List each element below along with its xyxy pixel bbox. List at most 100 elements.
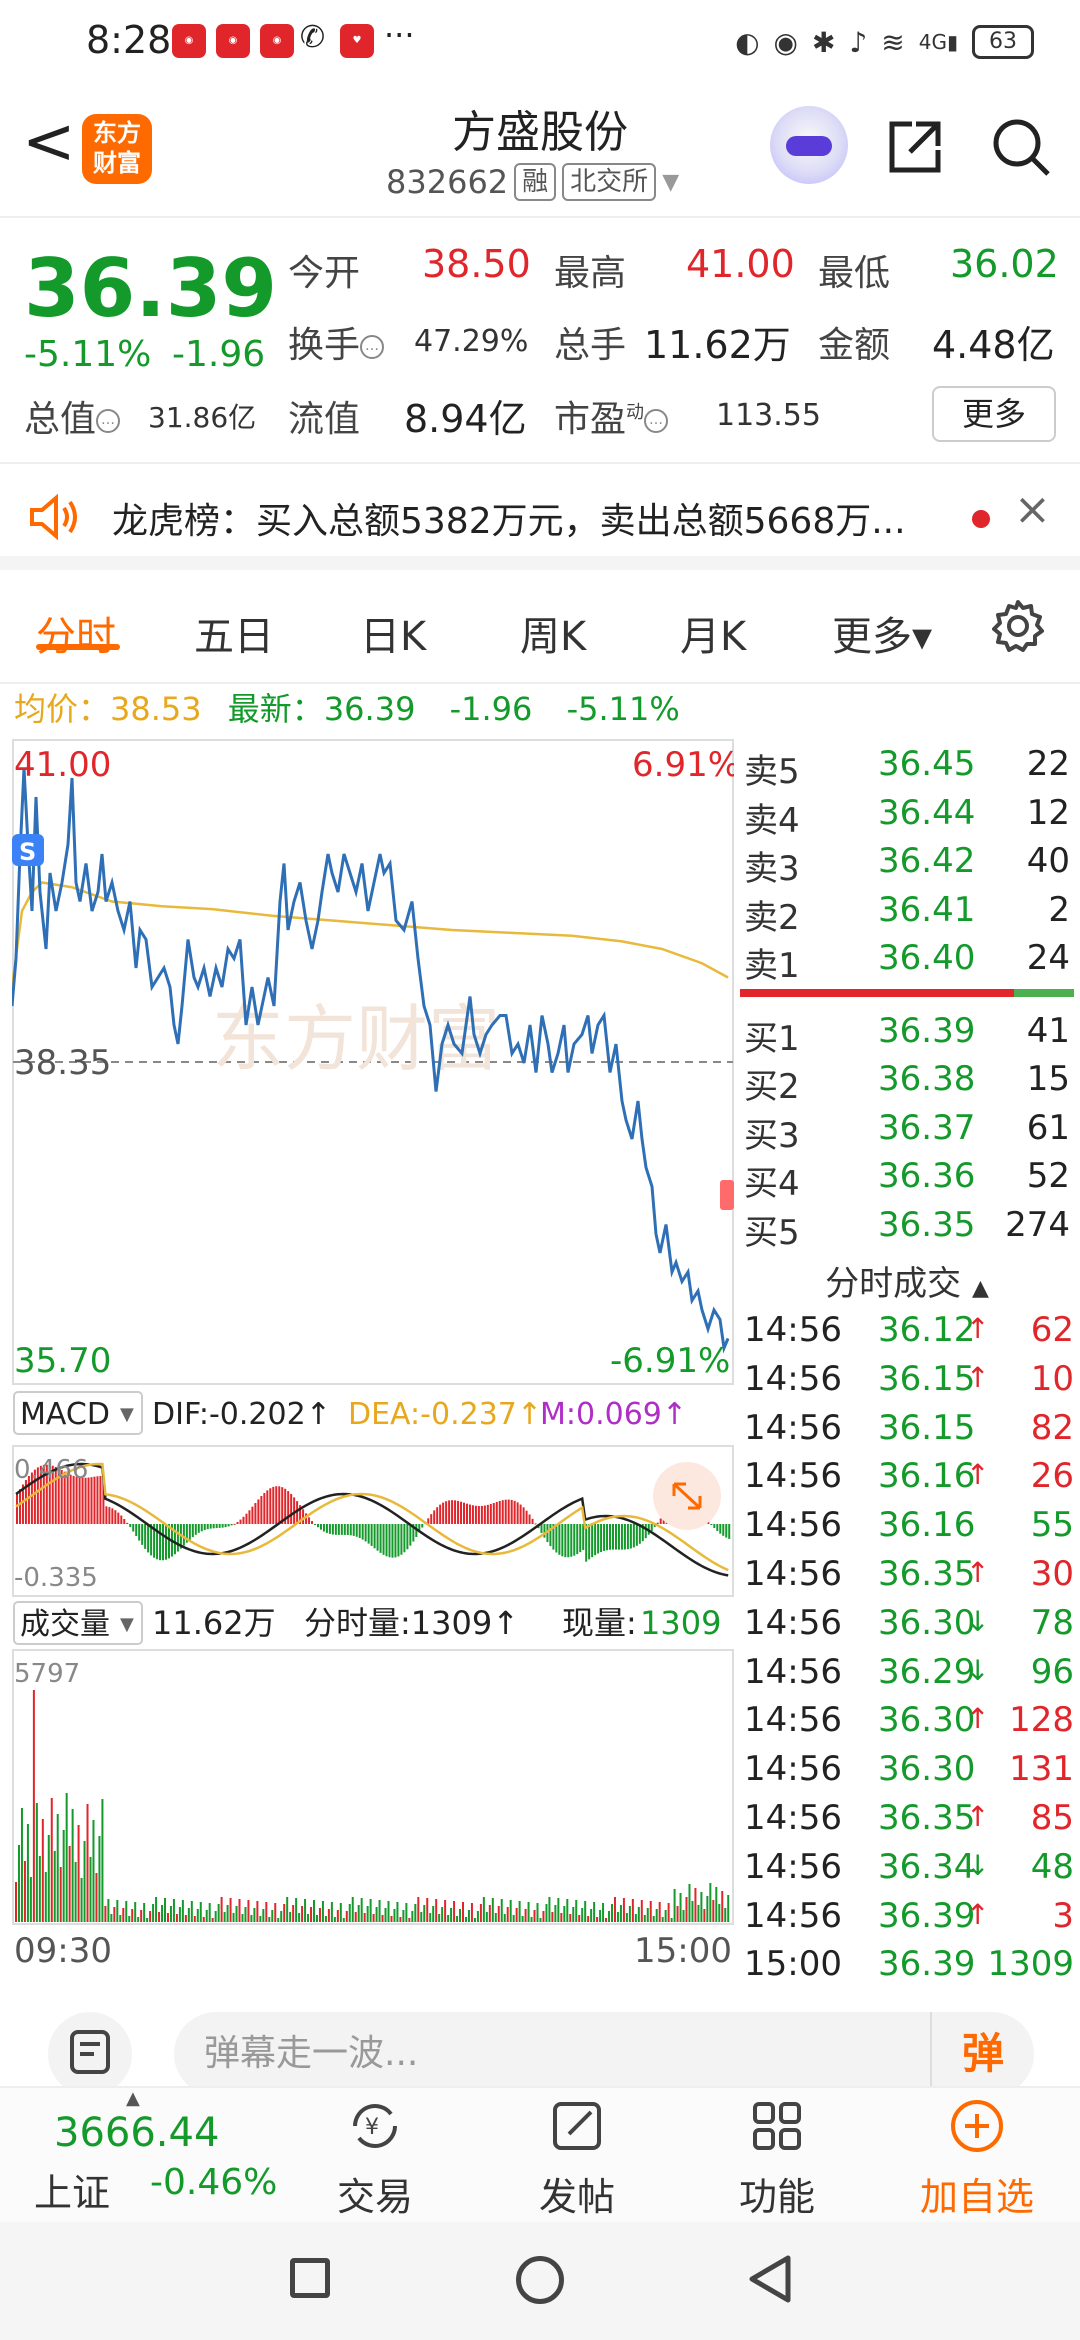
macd-bar <box>254 1503 257 1524</box>
info-icon[interactable]: … <box>644 409 669 433</box>
function-button[interactable]: 功能 <box>712 2096 842 2221</box>
tab-daily-k[interactable]: 日K <box>360 604 426 662</box>
trade-price: 36.35 <box>878 1553 976 1594</box>
trade-price: 36.30 <box>878 1749 976 1790</box>
volume-bar <box>20 1808 23 1922</box>
volume-bar <box>670 1918 673 1922</box>
turnover-value: 47.29% <box>414 324 529 359</box>
tab-intraday[interactable]: 分时 <box>36 604 116 662</box>
search-icon[interactable] <box>990 116 1052 178</box>
add-watchlist-button[interactable]: 加自选 <box>912 2096 1042 2221</box>
order-level-label: 买3 <box>744 1115 800 1156</box>
volume-bar <box>402 1910 405 1922</box>
volume-bar <box>602 1903 605 1922</box>
order-book-row[interactable]: 买5 36.35 274 <box>740 1201 1074 1253</box>
order-price: 36.38 <box>878 1059 976 1099</box>
tab-five-day[interactable]: 五日 <box>194 604 274 662</box>
volume-bar <box>310 1907 313 1922</box>
end-time-label: 15:00 <box>634 1931 732 1970</box>
macd-bar <box>430 1514 433 1524</box>
volume-bar <box>286 1897 289 1922</box>
macd-bar <box>108 1507 111 1524</box>
volume-bar <box>274 1903 277 1922</box>
order-book-row[interactable]: 买1 36.39 41 <box>740 1007 1074 1059</box>
macd-bar <box>614 1524 617 1550</box>
volume-bar <box>596 1917 599 1922</box>
sell-marker-text: S <box>19 838 36 866</box>
macd-bar <box>540 1524 543 1533</box>
macd-bar <box>182 1524 185 1546</box>
order-price: 36.45 <box>878 744 976 784</box>
ai-assistant-avatar[interactable] <box>770 106 848 184</box>
volume-bar <box>709 1883 712 1922</box>
stock-code-row[interactable]: 832662 融 北交所 ▼ <box>386 160 679 204</box>
trade-time: 14:56 <box>744 1700 842 1741</box>
trade-row: 14:56 36.30 ↑ 128 <box>740 1698 1080 1747</box>
order-book[interactable]: 卖5 36.45 22 卖4 36.44 12 卖3 36.42 40 卖2 36.41 2 卖1 36.… <box>740 740 1074 1253</box>
order-price: 36.42 <box>878 841 976 881</box>
wifi-icon: ≋ <box>881 25 905 59</box>
volume-bar <box>694 1888 697 1922</box>
macd-bar <box>421 1524 424 1528</box>
dragon-tiger-banner[interactable]: 龙虎榜：买入总额5382万元，卖出总额5668万... <box>0 464 1080 570</box>
macd-bar <box>218 1524 221 1528</box>
back-nav-button[interactable] <box>746 2254 794 2304</box>
danmu-input[interactable]: 弹幕走一波... <box>174 2012 1034 2096</box>
comment-list-icon[interactable] <box>48 2012 132 2096</box>
volume-bars <box>15 1690 730 1922</box>
trade-icon: ¥ <box>353 2104 397 2148</box>
order-volume: 15 <box>1026 1059 1070 1099</box>
order-book-row[interactable]: 卖2 36.41 2 <box>740 886 1074 938</box>
volume-bar <box>390 1916 393 1922</box>
volume-bar <box>62 1830 65 1922</box>
order-book-row[interactable]: 买2 36.38 15 <box>740 1055 1074 1107</box>
info-icon[interactable]: … <box>96 409 121 433</box>
index-value[interactable]: 3666.44 <box>54 2110 219 2156</box>
macd-bar <box>319 1524 322 1530</box>
macd-bar <box>314 1524 316 1525</box>
trade-direction-icon: ↑ <box>966 1897 990 1931</box>
macd-bar <box>474 1505 477 1524</box>
order-book-row[interactable]: 卖5 36.45 22 <box>740 740 1074 792</box>
low-label: 最低 <box>818 253 891 294</box>
close-icon[interactable]: × <box>1014 488 1054 532</box>
order-book-row[interactable]: 买4 36.36 52 <box>740 1152 1074 1204</box>
order-book-row[interactable]: 卖1 36.40 24 <box>740 934 1074 986</box>
tab-monthly-k[interactable]: 月K <box>680 604 746 662</box>
volume-bar <box>110 1914 113 1922</box>
more-button[interactable]: 更多 <box>932 386 1056 442</box>
share-icon[interactable] <box>886 118 944 176</box>
volume-bar <box>262 1909 265 1922</box>
tab-weekly-k[interactable]: 周K <box>520 604 586 662</box>
order-book-row[interactable]: 买3 36.37 61 <box>740 1104 1074 1156</box>
recent-apps-button[interactable] <box>290 2258 330 2298</box>
trades-header[interactable]: 分时成交 ▲ <box>740 1256 1074 1305</box>
settings-gear-icon[interactable] <box>990 598 1046 654</box>
volume-bar <box>539 1918 542 1922</box>
info-icon[interactable]: … <box>360 335 385 359</box>
index-name[interactable]: 上证 <box>34 2162 110 2217</box>
macd-bar <box>382 1524 385 1555</box>
macd-bar <box>620 1524 623 1550</box>
chevron-down-icon: ▼ <box>120 1404 134 1425</box>
home-button[interactable] <box>516 2256 564 2304</box>
volume-bar <box>199 1902 202 1922</box>
index-change[interactable]: -0.46% <box>150 2162 277 2203</box>
order-book-row[interactable]: 卖4 36.44 12 <box>740 789 1074 841</box>
volume-bar <box>524 1909 527 1922</box>
volume-bar <box>438 1914 441 1922</box>
post-button[interactable]: 发帖 <box>512 2096 642 2221</box>
trade-time: 14:56 <box>744 1505 842 1546</box>
trades-list[interactable]: 14:56 36.12 ↑ 62 14:56 36.15 ↑ 10 14:56 36.15 82 14… <box>740 1308 1080 1991</box>
intraday-chart[interactable]: 东方财富 41.00 6.91% 38.35 35.70 -6.91% S MA… <box>12 734 734 1970</box>
macd-bar <box>573 1524 576 1556</box>
order-book-row[interactable]: 卖3 36.42 40 <box>740 837 1074 889</box>
tab-more[interactable]: 更多▾ <box>832 604 932 662</box>
macd-bar <box>463 1502 465 1524</box>
volume-bar <box>652 1916 655 1922</box>
macd-bar <box>120 1515 123 1524</box>
trade-button[interactable]: ¥ 交易 <box>310 2096 440 2221</box>
volume-bar <box>369 1899 372 1922</box>
danmu-toggle-button[interactable]: 弹 <box>930 2012 1034 2096</box>
order-price: 36.44 <box>878 792 976 833</box>
